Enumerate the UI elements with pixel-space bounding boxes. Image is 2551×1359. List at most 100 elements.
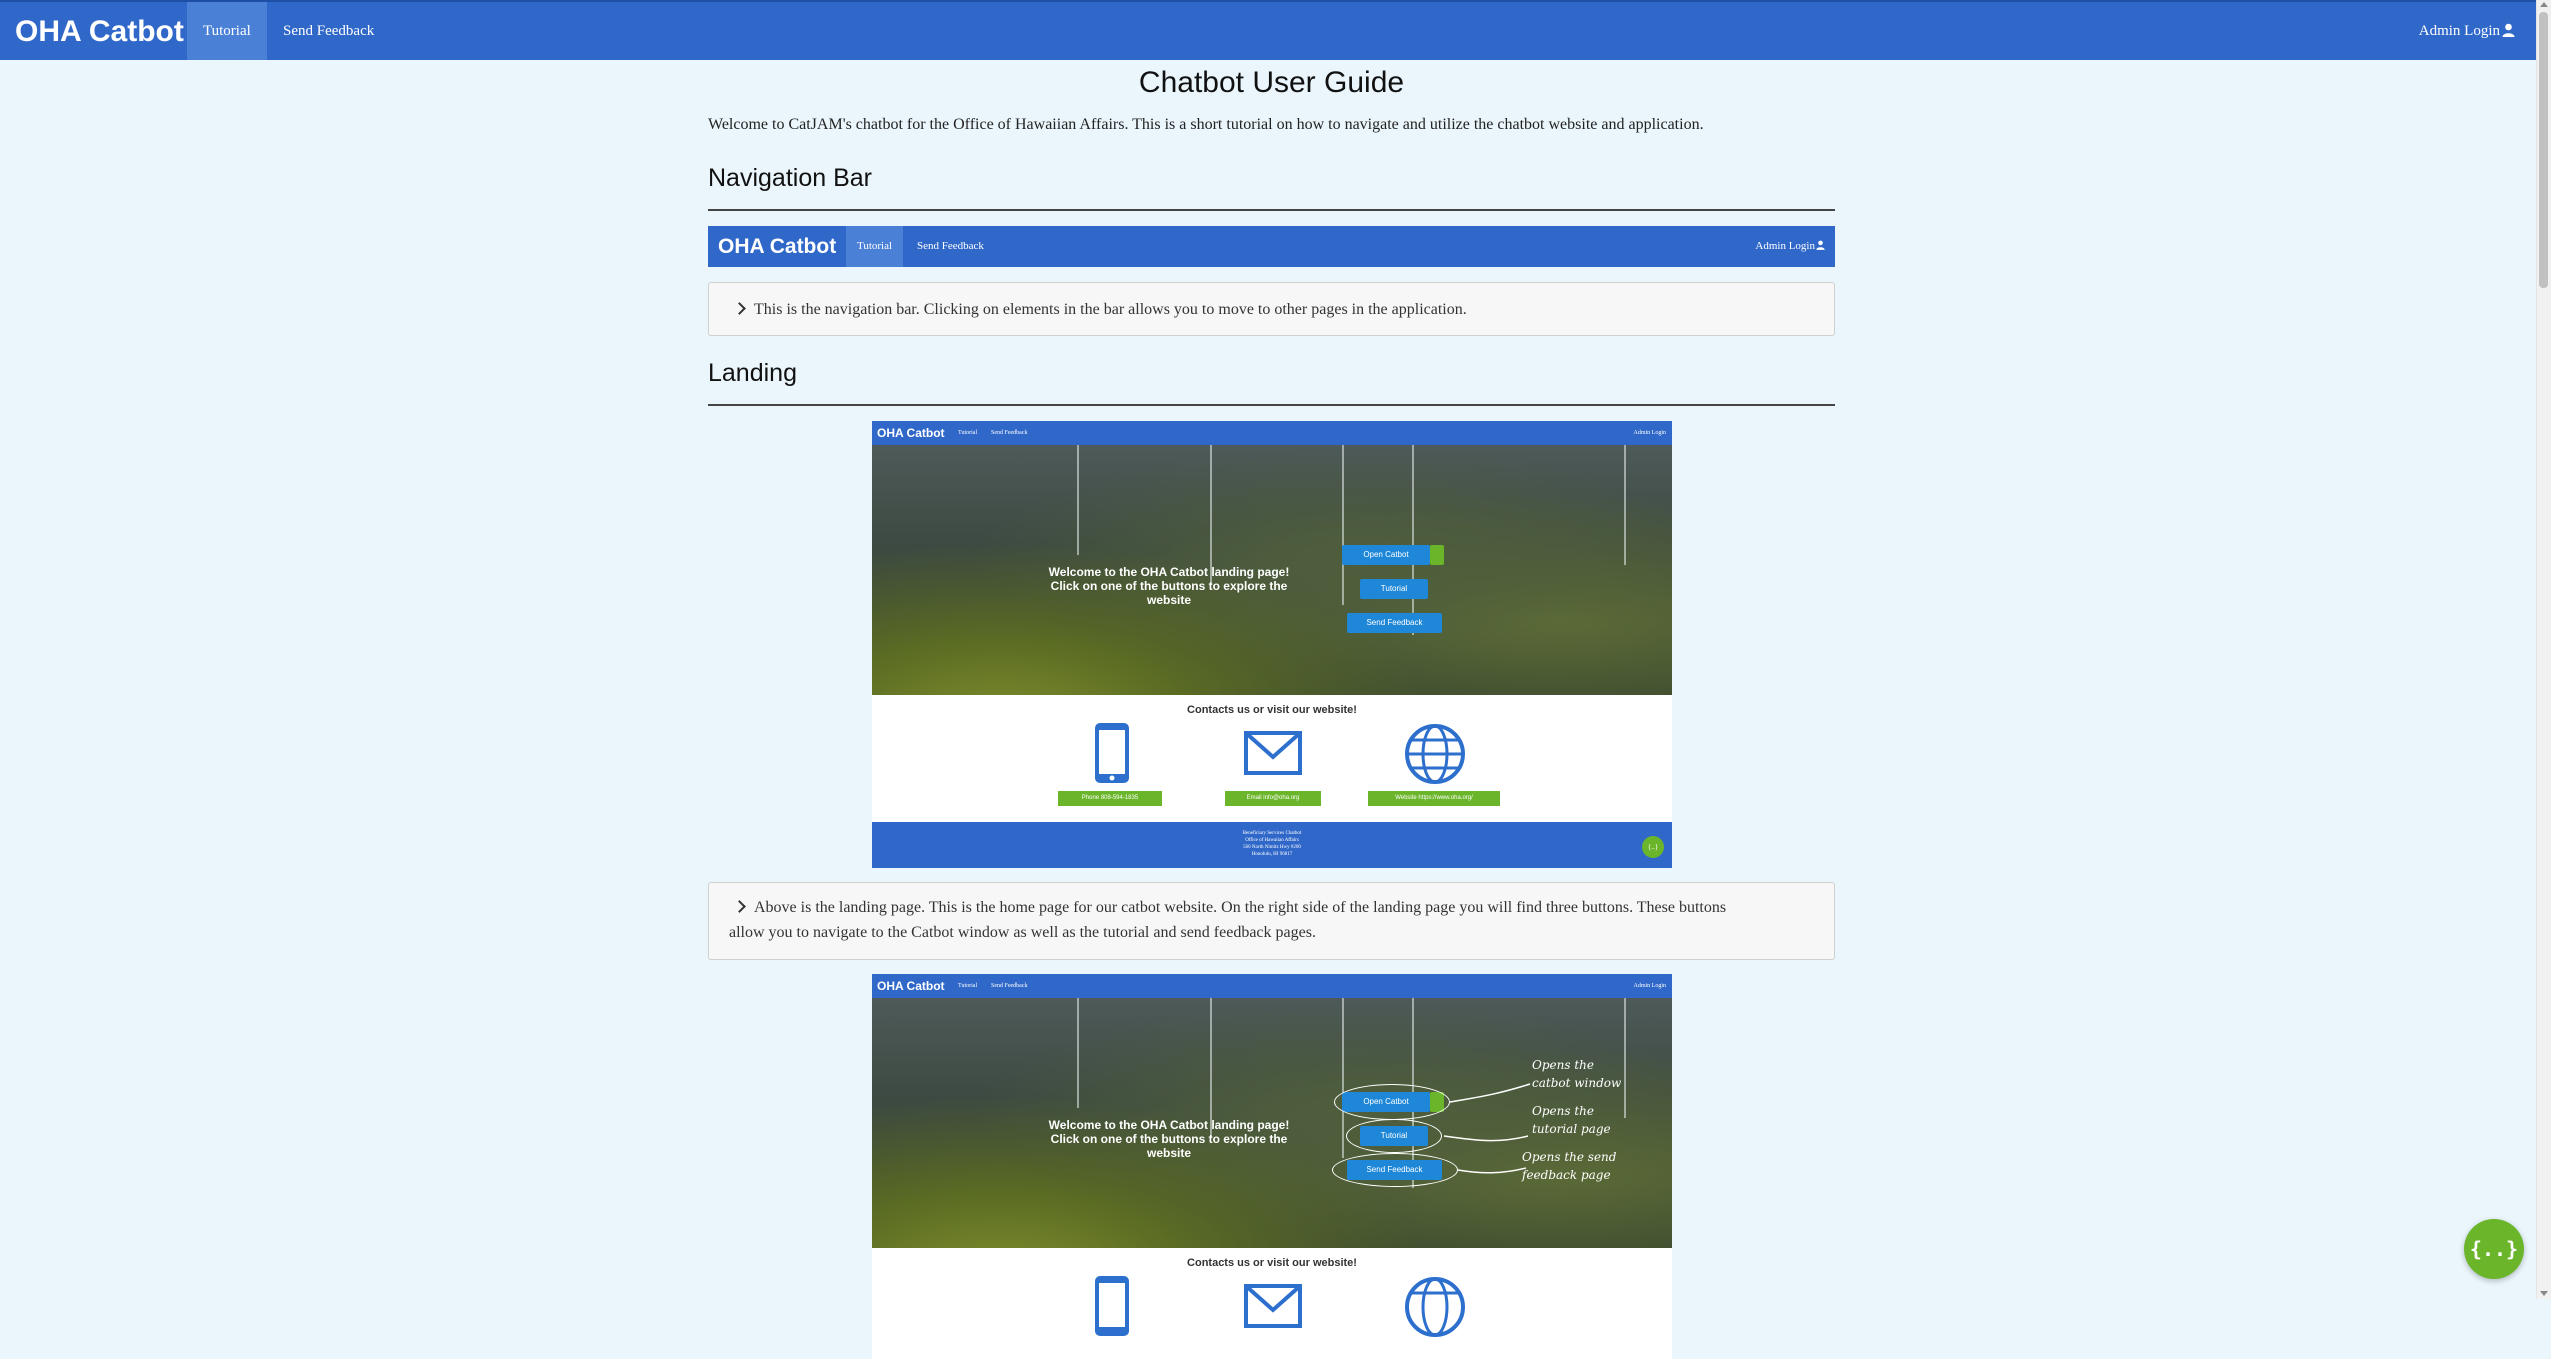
- section-heading-navigation: Navigation Bar: [708, 164, 872, 192]
- landing-page-screenshot: OHA Catbot Tutorial Send Feedback Admin …: [872, 421, 1672, 868]
- shot-tab-feedback: Send Feedback: [991, 430, 1028, 436]
- section-divider: [708, 404, 1835, 406]
- page-title: Chatbot User Guide: [1138, 66, 1405, 99]
- annotation-ring: [1346, 1119, 1442, 1153]
- globe-icon: [1405, 1277, 1465, 1337]
- admin-login-label: Admin Login: [2418, 23, 2500, 39]
- shot-admin: Admin Login: [1633, 430, 1667, 436]
- accordion-text: allow you to navigate to the Catbot wind…: [729, 924, 1316, 941]
- accordion-landing[interactable]: Above is the landing page. This is the h…: [708, 882, 1835, 960]
- shot-contact-title: Contacts us or visit our website!: [1187, 704, 1357, 716]
- intro-text: Welcome to CatJAM's chatbot for the Offi…: [708, 116, 1704, 133]
- waterfall: [1342, 445, 1344, 605]
- phone-icon: [1095, 723, 1129, 783]
- shot-footer: Beneficiary Services Chatbot Office of H…: [872, 822, 1672, 868]
- page-scrollbar[interactable]: [2536, 0, 2551, 1299]
- annotation-open-catbot: Opens the catbot window: [1532, 1056, 1621, 1092]
- preview-tab-send-feedback: Send Feedback: [917, 240, 984, 252]
- scroll-down-arrow-icon[interactable]: [2540, 1291, 2548, 1296]
- shot-open-catbot-button: Open Catbot: [1342, 545, 1430, 565]
- shot-feedback-button: Send Feedback: [1347, 613, 1442, 633]
- annotation-line: feedback page: [1522, 1168, 1611, 1182]
- shot-brand: OHA Catbot: [877, 426, 945, 440]
- shot-navbar: OHA Catbot Tutorial Send Feedback Admin …: [872, 421, 1672, 445]
- footer-line: Beneficiary Services Chatbot: [1242, 831, 1302, 836]
- user-icon: [2500, 23, 2515, 39]
- annotation-feedback: Opens the send feedback page: [1522, 1148, 1616, 1184]
- nav-tab-send-feedback[interactable]: Send Feedback: [267, 2, 390, 60]
- footer-line: Honolulu, HI 96817: [1251, 852, 1293, 857]
- preview-admin-label: Admin Login: [1755, 240, 1815, 252]
- hero-line: website: [1146, 1146, 1191, 1160]
- accordion-text: Above is the landing page. This is the h…: [754, 899, 1727, 916]
- waterfall: [1624, 998, 1626, 1118]
- preview-admin-login: Admin Login: [1755, 226, 1825, 267]
- annotation-line: Opens the: [1532, 1104, 1594, 1118]
- preview-brand: OHA Catbot: [718, 235, 837, 258]
- shot-brand: OHA Catbot: [877, 979, 945, 993]
- hero-image: Welcome to the OHA Catbot landing page! …: [872, 445, 1672, 695]
- accordion-text: This is the navigation bar. Clicking on …: [754, 301, 1467, 318]
- hero-line: Welcome to the OHA Catbot landing page!: [1048, 1118, 1290, 1132]
- chat-bubble-icon: {..}: [2469, 1237, 2519, 1261]
- mail-icon: [1244, 1284, 1302, 1328]
- annotation-ring: [1334, 1084, 1450, 1120]
- shot-tab-tutorial: Tutorial: [958, 983, 978, 989]
- shot-check-badge: [1430, 545, 1444, 565]
- preview-tab-tutorial: Tutorial: [846, 226, 904, 267]
- waterfall: [1077, 445, 1079, 555]
- shot-chat-badge: {..}: [1642, 836, 1664, 858]
- shot-admin: Admin Login: [1633, 983, 1667, 989]
- scroll-thumb[interactable]: [2539, 12, 2548, 288]
- shot-email-badge: Email info@oha.org: [1225, 791, 1321, 806]
- admin-login-link[interactable]: Admin Login: [2419, 2, 2515, 60]
- annotation-ring: [1332, 1153, 1458, 1187]
- hero-line: Welcome to the OHA Catbot landing page!: [1048, 565, 1290, 579]
- phone-icon: [1095, 1276, 1129, 1336]
- section-heading-landing: Landing: [708, 359, 797, 387]
- shot-contact-section: Contacts us or visit our website! Phone …: [872, 695, 1672, 822]
- hero-line: website: [1146, 593, 1191, 607]
- waterfall: [1210, 998, 1212, 1138]
- user-icon: [1816, 240, 1825, 250]
- nav-tab-tutorial[interactable]: Tutorial: [187, 2, 267, 60]
- waterfall: [1342, 998, 1344, 1158]
- navbar-preview: OHA Catbot Tutorial Send Feedback Admin …: [708, 226, 1835, 267]
- annotation-line: Opens the: [1532, 1058, 1594, 1072]
- hero-image: Welcome to the OHA Catbot landing page! …: [872, 998, 1672, 1248]
- annotation-line: catbot window: [1532, 1076, 1622, 1090]
- waterfall: [1210, 445, 1212, 585]
- hero-text: Welcome to the OHA Catbot landing page! …: [1024, 565, 1314, 607]
- brand-logo[interactable]: OHA Catbot: [15, 12, 184, 52]
- shot-footer-text: Beneficiary Services Chatbot Office of H…: [1172, 830, 1372, 858]
- shot-contact-section: Contacts us or visit our website!: [872, 1248, 1672, 1359]
- chevron-right-icon: [733, 900, 746, 913]
- annotation-tutorial: Opens the tutorial page: [1532, 1102, 1611, 1138]
- hero-text: Welcome to the OHA Catbot landing page! …: [1024, 1118, 1314, 1160]
- shot-tutorial-button: Tutorial: [1360, 579, 1428, 599]
- shot-contact-title: Contacts us or visit our website!: [1187, 1257, 1357, 1269]
- shot-tab-feedback: Send Feedback: [991, 983, 1028, 989]
- shot-phone-badge: Phone 808-594-1835: [1058, 791, 1162, 806]
- scroll-up-arrow-icon[interactable]: [2540, 2, 2548, 7]
- accordion-navigation-bar[interactable]: This is the navigation bar. Clicking on …: [708, 282, 1835, 336]
- shot-website-badge: Website https://www.oha.org/: [1368, 791, 1500, 806]
- footer-line: 560 North Nimitz Hwy #200: [1243, 845, 1301, 850]
- landing-page-annotated-screenshot: OHA Catbot Tutorial Send Feedback Admin …: [872, 974, 1672, 1359]
- shot-navbar: OHA Catbot Tutorial Send Feedback Admin …: [872, 974, 1672, 998]
- footer-line: Office of Hawaiian Affairs: [1245, 838, 1299, 843]
- waterfall: [1624, 445, 1626, 565]
- section-divider: [708, 209, 1835, 211]
- hero-line: Click on one of the buttons to explore t…: [1050, 579, 1288, 593]
- top-navbar: OHA Catbot Tutorial Send Feedback Admin …: [0, 0, 2537, 60]
- chevron-right-icon: [733, 302, 746, 315]
- mail-icon: [1244, 731, 1302, 775]
- chatbot-launcher-button[interactable]: {..}: [2464, 1219, 2524, 1279]
- annotation-line: tutorial page: [1532, 1122, 1611, 1136]
- waterfall: [1412, 445, 1414, 635]
- hero-line: Click on one of the buttons to explore t…: [1050, 1132, 1288, 1146]
- waterfall: [1077, 998, 1079, 1108]
- annotation-line: Opens the send: [1522, 1150, 1617, 1164]
- globe-icon: [1405, 724, 1465, 784]
- shot-tab-tutorial: Tutorial: [958, 430, 978, 436]
